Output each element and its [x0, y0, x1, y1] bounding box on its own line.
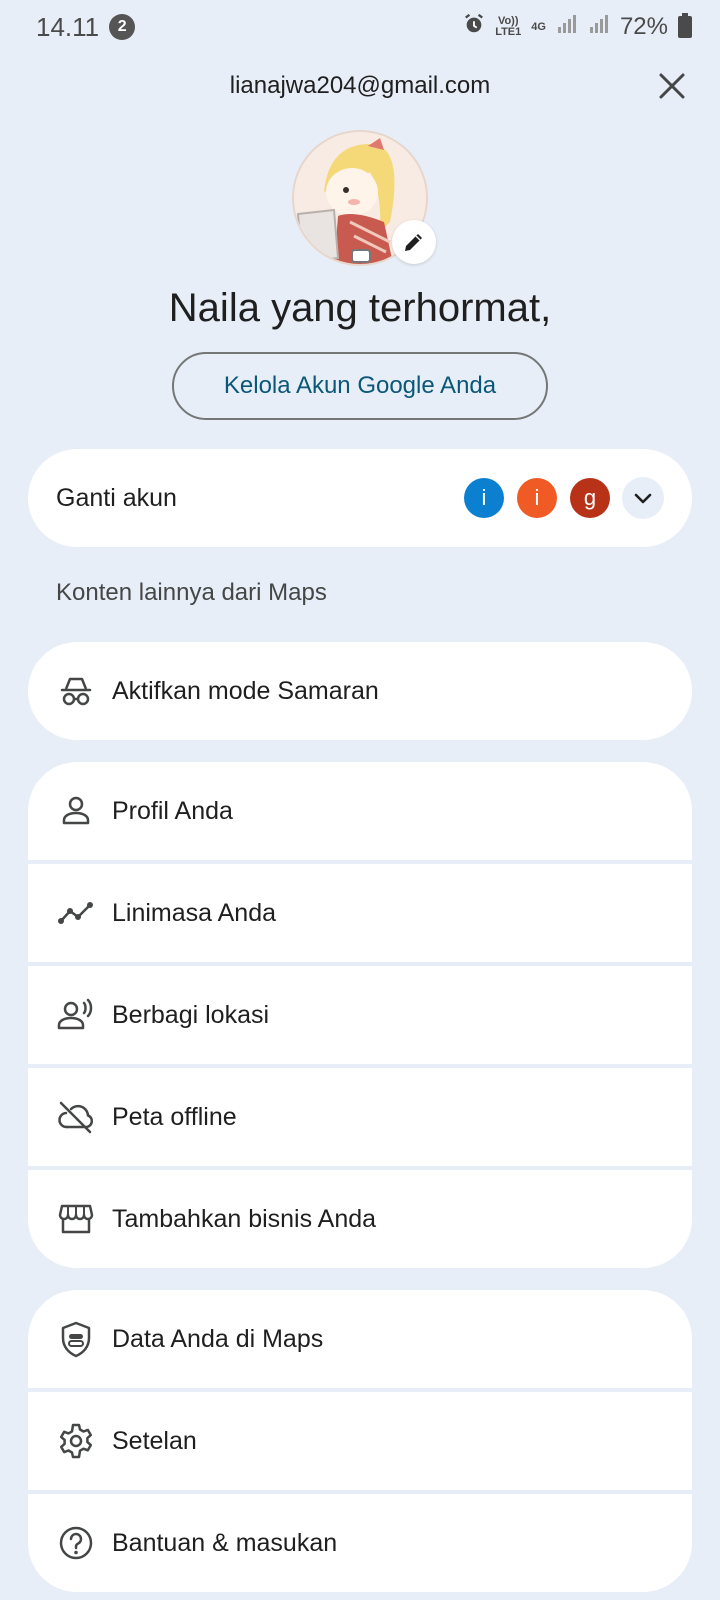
menu-item-settings[interactable]: Setelan	[28, 1392, 692, 1490]
shield-icon	[56, 1319, 96, 1359]
help-icon	[56, 1523, 96, 1563]
switch-account-label: Ganti akun	[56, 483, 177, 512]
alarm-icon	[463, 13, 485, 42]
menu-item-add-business[interactable]: Tambahkan bisnis Anda	[28, 1170, 692, 1268]
signal-icon	[556, 13, 578, 42]
pencil-icon	[405, 234, 422, 251]
timeline-icon	[56, 893, 96, 933]
account-avatar-2[interactable]: i	[517, 478, 557, 518]
expand-accounts-button[interactable]	[622, 477, 664, 519]
settings-label: Setelan	[112, 1426, 197, 1455]
battery-icon	[678, 13, 692, 38]
close-icon	[659, 73, 685, 99]
menu-item-profile[interactable]: Profil Anda	[28, 762, 692, 860]
account-avatar-3[interactable]: g	[570, 478, 610, 518]
incognito-label: Aktifkan mode Samaran	[112, 676, 379, 705]
person-icon	[56, 791, 96, 831]
menu-item-location-sharing[interactable]: Berbagi lokasi	[28, 966, 692, 1064]
account-avatar-1[interactable]: i	[464, 478, 504, 518]
edit-avatar-button[interactable]	[392, 220, 436, 264]
incognito-group: Aktifkan mode Samaran	[28, 642, 692, 740]
avatar-container[interactable]	[292, 130, 436, 266]
profile-label: Profil Anda	[112, 796, 233, 825]
add-business-label: Tambahkan bisnis Anda	[112, 1204, 377, 1233]
lte-text: LTE1	[495, 26, 522, 38]
menu-item-timeline[interactable]: Linimasa Anda	[28, 864, 692, 962]
section-title: Konten lainnya dari Maps	[56, 579, 327, 606]
status-bar: 14.11 2 Vo)) LTE1 4G 72%	[0, 0, 720, 54]
cloud-off-icon	[56, 1097, 96, 1137]
your-data-label: Data Anda di Maps	[112, 1324, 324, 1353]
incognito-mode-item[interactable]: Aktifkan mode Samaran	[28, 642, 692, 740]
account-email: lianajwa204@gmail.com	[229, 72, 491, 99]
main-menu-group: Profil Anda Linimasa Anda Berbagi lokasi…	[28, 762, 692, 1268]
battery-percent: 72%	[619, 13, 668, 40]
greeting: Naila yang terhormat,	[168, 286, 552, 330]
menu-item-your-data[interactable]: Data Anda di Maps	[28, 1290, 692, 1388]
status-time: 14.11	[36, 11, 100, 42]
notification-count-badge: 2	[109, 14, 136, 40]
menu-item-offline-maps[interactable]: Peta offline	[28, 1068, 692, 1166]
status-left: 14.11 2	[36, 11, 136, 43]
switch-account-card[interactable]: Ganti akun i i g	[28, 449, 692, 547]
timeline-label: Linimasa Anda	[112, 898, 277, 927]
signal-icon-2	[588, 13, 610, 42]
close-button[interactable]	[650, 64, 694, 108]
location-sharing-label: Berbagi lokasi	[112, 1000, 270, 1029]
storefront-icon	[56, 1199, 96, 1239]
network-volte-label: Vo)) LTE1	[495, 16, 521, 38]
gear-icon	[56, 1421, 96, 1461]
chevron-down-icon	[634, 493, 652, 504]
settings-menu-group: Data Anda di Maps Setelan Bantuan & masu…	[28, 1290, 692, 1592]
network-type-label: 4G	[531, 20, 546, 33]
help-feedback-label: Bantuan & masukan	[112, 1528, 338, 1557]
incognito-icon	[56, 671, 96, 711]
location-sharing-icon	[56, 995, 96, 1035]
manage-google-account-button[interactable]: Kelola Akun Google Anda	[172, 352, 548, 420]
offline-maps-label: Peta offline	[112, 1102, 237, 1131]
menu-item-help-feedback[interactable]: Bantuan & masukan	[28, 1494, 692, 1592]
status-right: Vo)) LTE1 4G 72%	[463, 13, 692, 42]
